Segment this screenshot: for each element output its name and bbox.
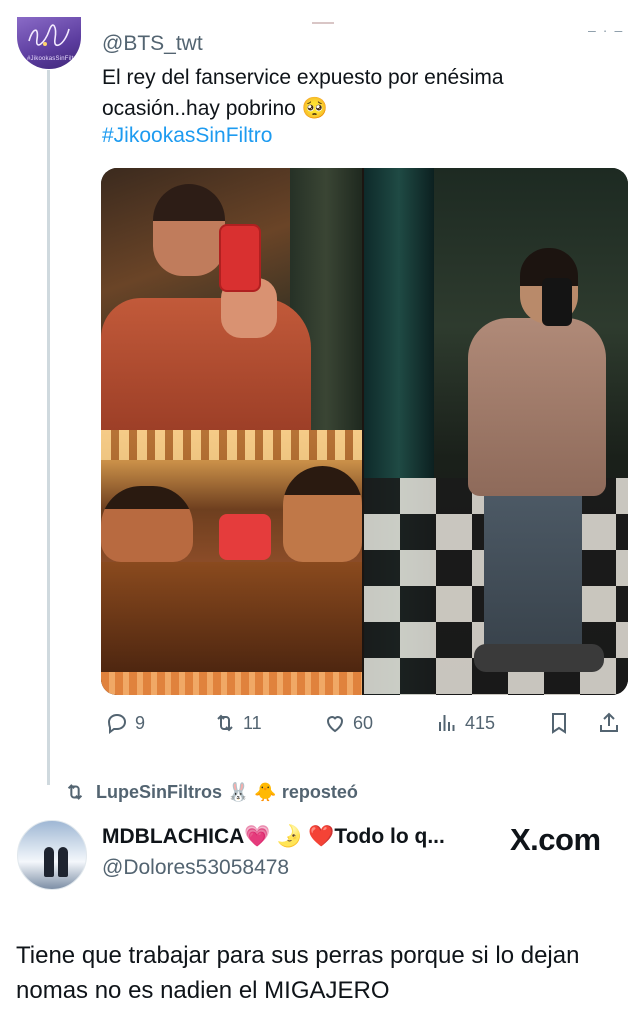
quoted-avatar[interactable]: #JikookasSinFiltro [17,17,81,69]
author-display-name[interactable]: MDBLACHICA💗 🌛 ❤️Todo lo q... [102,825,445,849]
views-button[interactable]: 415 [435,708,495,738]
author-avatar[interactable] [17,820,87,890]
quoted-tweet-text: El rey del fanservice expuesto por enési… [102,66,504,120]
photo-mirror-selfie-red-phone[interactable] [101,168,362,430]
bookmark-icon [552,713,566,734]
reply-icon [107,713,127,734]
script-logo-icon [28,24,70,47]
tweet-body-text: Tiene que trabajar para sus perras porqu… [16,942,580,1004]
photo-mirror-closeup[interactable] [101,430,362,695]
share-icon [600,712,618,732]
author-handle[interactable]: @Dolores53058478 [102,856,289,880]
views-icon [439,715,455,731]
thread-line [47,70,50,785]
action-bar: 9 11 60 415 [101,708,628,738]
like-icon [326,716,344,733]
bookmark-button[interactable] [547,708,571,738]
repost-banner-text: LupeSinFiltros 🐰 🐥 reposteó [96,781,358,802]
avatar-subtext: #JikookasSinFiltro [27,56,80,62]
repost-count: 11 [243,712,262,733]
repost-icon [217,714,233,732]
reply-button[interactable]: 9 [105,708,145,738]
photo-full-body-selfie[interactable] [364,168,628,695]
views-count: 415 [465,712,496,733]
x-com-watermark: X.com [510,822,601,857]
repost-banner[interactable]: LupeSinFiltros 🐰 🐥 reposteó [64,780,358,804]
like-button[interactable]: 60 [323,708,373,738]
more-dots[interactable]: –·– [588,22,629,38]
like-count: 60 [353,712,374,733]
share-button[interactable] [597,708,621,738]
reply-count: 9 [135,712,146,733]
hashtag-link[interactable]: #JikookasSinFiltro [102,124,272,148]
repost-banner-icon [67,784,83,800]
top-edge-mark [312,22,334,24]
quoted-handle[interactable]: @BTS_twt [102,32,203,56]
repost-button[interactable]: 11 [213,708,262,738]
media-grid[interactable] [101,168,628,695]
